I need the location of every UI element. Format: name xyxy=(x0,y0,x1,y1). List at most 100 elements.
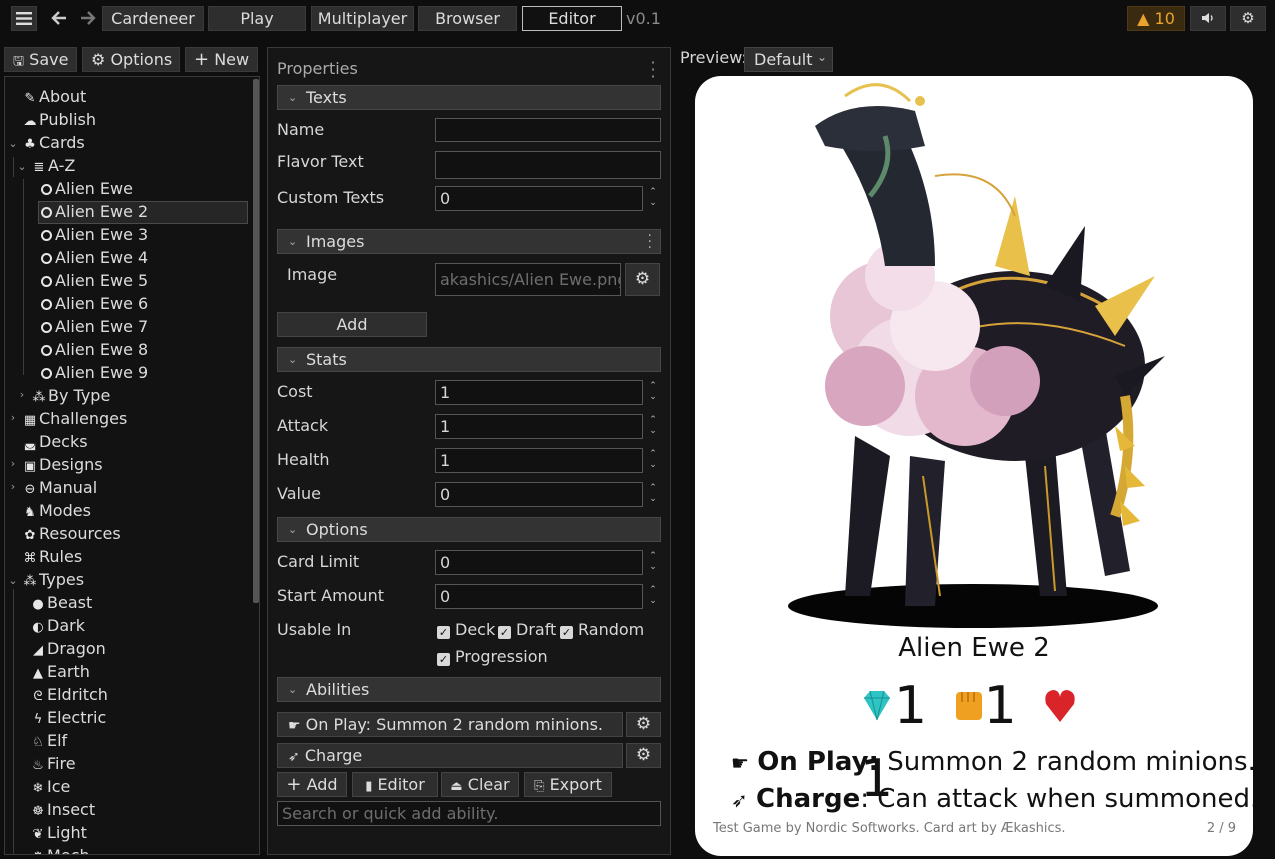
card-item[interactable]: Alien Ewe 5 xyxy=(40,270,148,292)
export-abilities-button[interactable]: ⎘ Export xyxy=(524,772,612,797)
card-item[interactable]: Alien Ewe 3 xyxy=(40,224,148,246)
attack-field[interactable]: 1 xyxy=(435,414,643,439)
ability-settings-button[interactable]: ⚙ xyxy=(626,743,661,768)
card-item[interactable]: Alien Ewe 6 xyxy=(40,293,148,315)
value-field[interactable]: 0 xyxy=(435,482,643,507)
stepper-arrows-icon[interactable]: ⌃ ⌄ xyxy=(647,585,659,607)
chevron-right-icon[interactable]: › xyxy=(7,411,19,424)
type-item-dark[interactable]: ◐ Dark xyxy=(30,615,85,637)
type-item-mech[interactable]: ⚙Mech xyxy=(30,845,89,854)
image-settings-button[interactable]: ⚙ xyxy=(625,263,660,296)
type-item-electric[interactable]: ϟ Electric xyxy=(30,707,107,729)
cost-field[interactable]: 1 xyxy=(435,380,643,405)
stepper-arrows-icon[interactable]: ⌃ ⌄ xyxy=(647,187,659,209)
hand-icon: ☛ xyxy=(731,751,749,775)
tree-item-designs[interactable]: ▣ Designs xyxy=(22,454,103,476)
chevron-down-icon[interactable]: ⌄ xyxy=(7,137,19,150)
usable-progression-checkbox[interactable]: ✓ Progression xyxy=(437,647,548,666)
stepper-arrows-icon[interactable]: ⌃ ⌄ xyxy=(647,381,659,403)
stepper-arrows-icon[interactable]: ⌃ ⌄ xyxy=(647,449,659,471)
tree-item-decks[interactable]: ◛ Decks xyxy=(22,431,88,453)
ability-settings-button[interactable]: ⚙ xyxy=(626,712,661,737)
tab-multiplayer[interactable]: Multiplayer xyxy=(311,6,414,31)
arrow-left-icon[interactable] xyxy=(46,6,72,31)
chevron-right-icon[interactable]: › xyxy=(7,480,19,493)
options-button[interactable]: ⚙ Options xyxy=(82,47,180,72)
section-stats[interactable]: ⌄ Stats xyxy=(277,347,661,372)
hamburger-icon[interactable] xyxy=(11,6,37,31)
start-amount-field[interactable]: 0 xyxy=(435,584,643,609)
card-item[interactable]: Alien Ewe 7 xyxy=(40,316,148,338)
usable-draft-checkbox[interactable]: ✓ Draft xyxy=(498,620,556,639)
usable-random-checkbox[interactable]: ✓ Random xyxy=(560,620,644,639)
type-item-fire[interactable]: ♨ Fire xyxy=(30,753,75,775)
stepper-arrows-icon[interactable]: ⌃ ⌄ xyxy=(647,551,659,573)
arrow-right-icon[interactable] xyxy=(75,6,101,31)
ability-editor-button[interactable]: ▮ Editor xyxy=(352,772,438,797)
more-vertical-icon[interactable]: · · · xyxy=(648,55,658,85)
tree-item-rules[interactable]: ⌘ Rules xyxy=(22,546,83,568)
warnings-button[interactable]: ▲ 10 xyxy=(1127,6,1185,31)
save-button[interactable]: 🖫 Save xyxy=(4,47,77,72)
chevron-right-icon[interactable]: › xyxy=(16,388,28,401)
more-vertical-icon[interactable]: · · · xyxy=(648,229,652,255)
ability-item-on-play[interactable]: ☛ On Play: Summon 2 random minions. xyxy=(277,712,623,737)
type-item-light[interactable]: ❦ Light xyxy=(30,822,87,844)
type-item-dragon[interactable]: ◢ Dragon xyxy=(30,638,106,660)
card-limit-field[interactable]: 0 xyxy=(435,550,643,575)
tree-item-resources[interactable]: ✿ Resources xyxy=(22,523,121,545)
name-field[interactable] xyxy=(435,118,661,142)
tab-play[interactable]: Play xyxy=(208,6,306,31)
section-texts[interactable]: ⌄ Texts xyxy=(277,85,661,110)
preview-mode-select[interactable]: Default ⌄ xyxy=(744,47,833,72)
stepper-arrows-icon[interactable]: ⌃ ⌄ xyxy=(647,415,659,437)
card-item-selected[interactable]: Alien Ewe 2 xyxy=(40,201,148,223)
type-item-beast[interactable]: ● Beast xyxy=(30,592,92,614)
tab-browser[interactable]: Browser xyxy=(418,6,517,31)
add-image-button[interactable]: Add xyxy=(277,312,427,337)
card-item[interactable]: Alien Ewe 9 xyxy=(40,362,148,384)
chevron-down-icon[interactable]: ⌄ xyxy=(7,574,19,587)
type-item-ice[interactable]: ❄ Ice xyxy=(30,776,71,798)
chevron-right-icon[interactable]: › xyxy=(7,457,19,470)
stepper-arrows-icon[interactable]: ⌃ ⌄ xyxy=(647,483,659,505)
chevron-down-icon[interactable]: ⌄ xyxy=(16,160,28,173)
tree-item-about[interactable]: ✎ About xyxy=(22,86,87,108)
tree-item-modes[interactable]: ♞ Modes xyxy=(22,500,91,522)
ability-item-charge[interactable]: ➶ Charge xyxy=(277,743,623,768)
circle-icon xyxy=(41,230,52,241)
chevron-down-icon: ⌄ xyxy=(288,353,298,366)
tab-editor[interactable]: Editor xyxy=(522,6,622,31)
tree-item-manual[interactable]: ⊖ Manual xyxy=(22,477,98,499)
tree-item-types[interactable]: ⁂ Types xyxy=(22,569,85,591)
lightning-icon: ϟ xyxy=(33,712,43,727)
settings-button[interactable]: ⚙ xyxy=(1230,6,1266,31)
ability-search-input[interactable]: Search or quick add ability. xyxy=(277,801,661,826)
clear-abilities-button[interactable]: ⏏ Clear xyxy=(441,772,519,797)
tree-item-cards[interactable]: ♣ Cards xyxy=(22,132,85,154)
tree-item-a-z[interactable]: ≣ A-Z xyxy=(31,155,76,177)
card-item[interactable]: Alien Ewe xyxy=(40,178,133,200)
tree-item-publish[interactable]: ☁ Publish xyxy=(22,109,97,131)
tree-scrollbar[interactable] xyxy=(253,79,259,603)
section-options[interactable]: ⌄ Options xyxy=(277,517,661,542)
section-abilities[interactable]: ⌄ Abilities xyxy=(277,677,661,702)
usable-deck-checkbox[interactable]: ✓ Deck xyxy=(437,620,495,639)
type-item-insect[interactable]: ☸ Insect xyxy=(30,799,95,821)
tree-item-challenges[interactable]: ▦ Challenges xyxy=(22,408,127,430)
section-images[interactable]: ⌄ Images · · · xyxy=(277,229,661,255)
type-item-earth[interactable]: ▲ Earth xyxy=(30,661,90,683)
card-item[interactable]: Alien Ewe 4 xyxy=(40,247,148,269)
card-item[interactable]: Alien Ewe 8 xyxy=(40,339,148,361)
tab-cardeneer[interactable]: Cardeneer xyxy=(102,6,204,31)
health-field[interactable]: 1 xyxy=(435,448,643,473)
tree-item-by-type[interactable]: ⁂ By Type xyxy=(31,385,111,407)
new-button[interactable]: + New xyxy=(185,47,258,72)
add-ability-button[interactable]: + Add xyxy=(277,772,347,797)
flavor-text-field[interactable] xyxy=(435,151,661,179)
type-item-eldritch[interactable]: ᘓ Eldritch xyxy=(30,684,108,706)
sound-button[interactable] xyxy=(1190,6,1226,31)
custom-texts-field[interactable]: 0 xyxy=(435,186,643,211)
image-path-field[interactable]: akashics/Alien Ewe.png. xyxy=(435,263,621,296)
type-item-elf[interactable]: ♘ Elf xyxy=(30,730,67,752)
